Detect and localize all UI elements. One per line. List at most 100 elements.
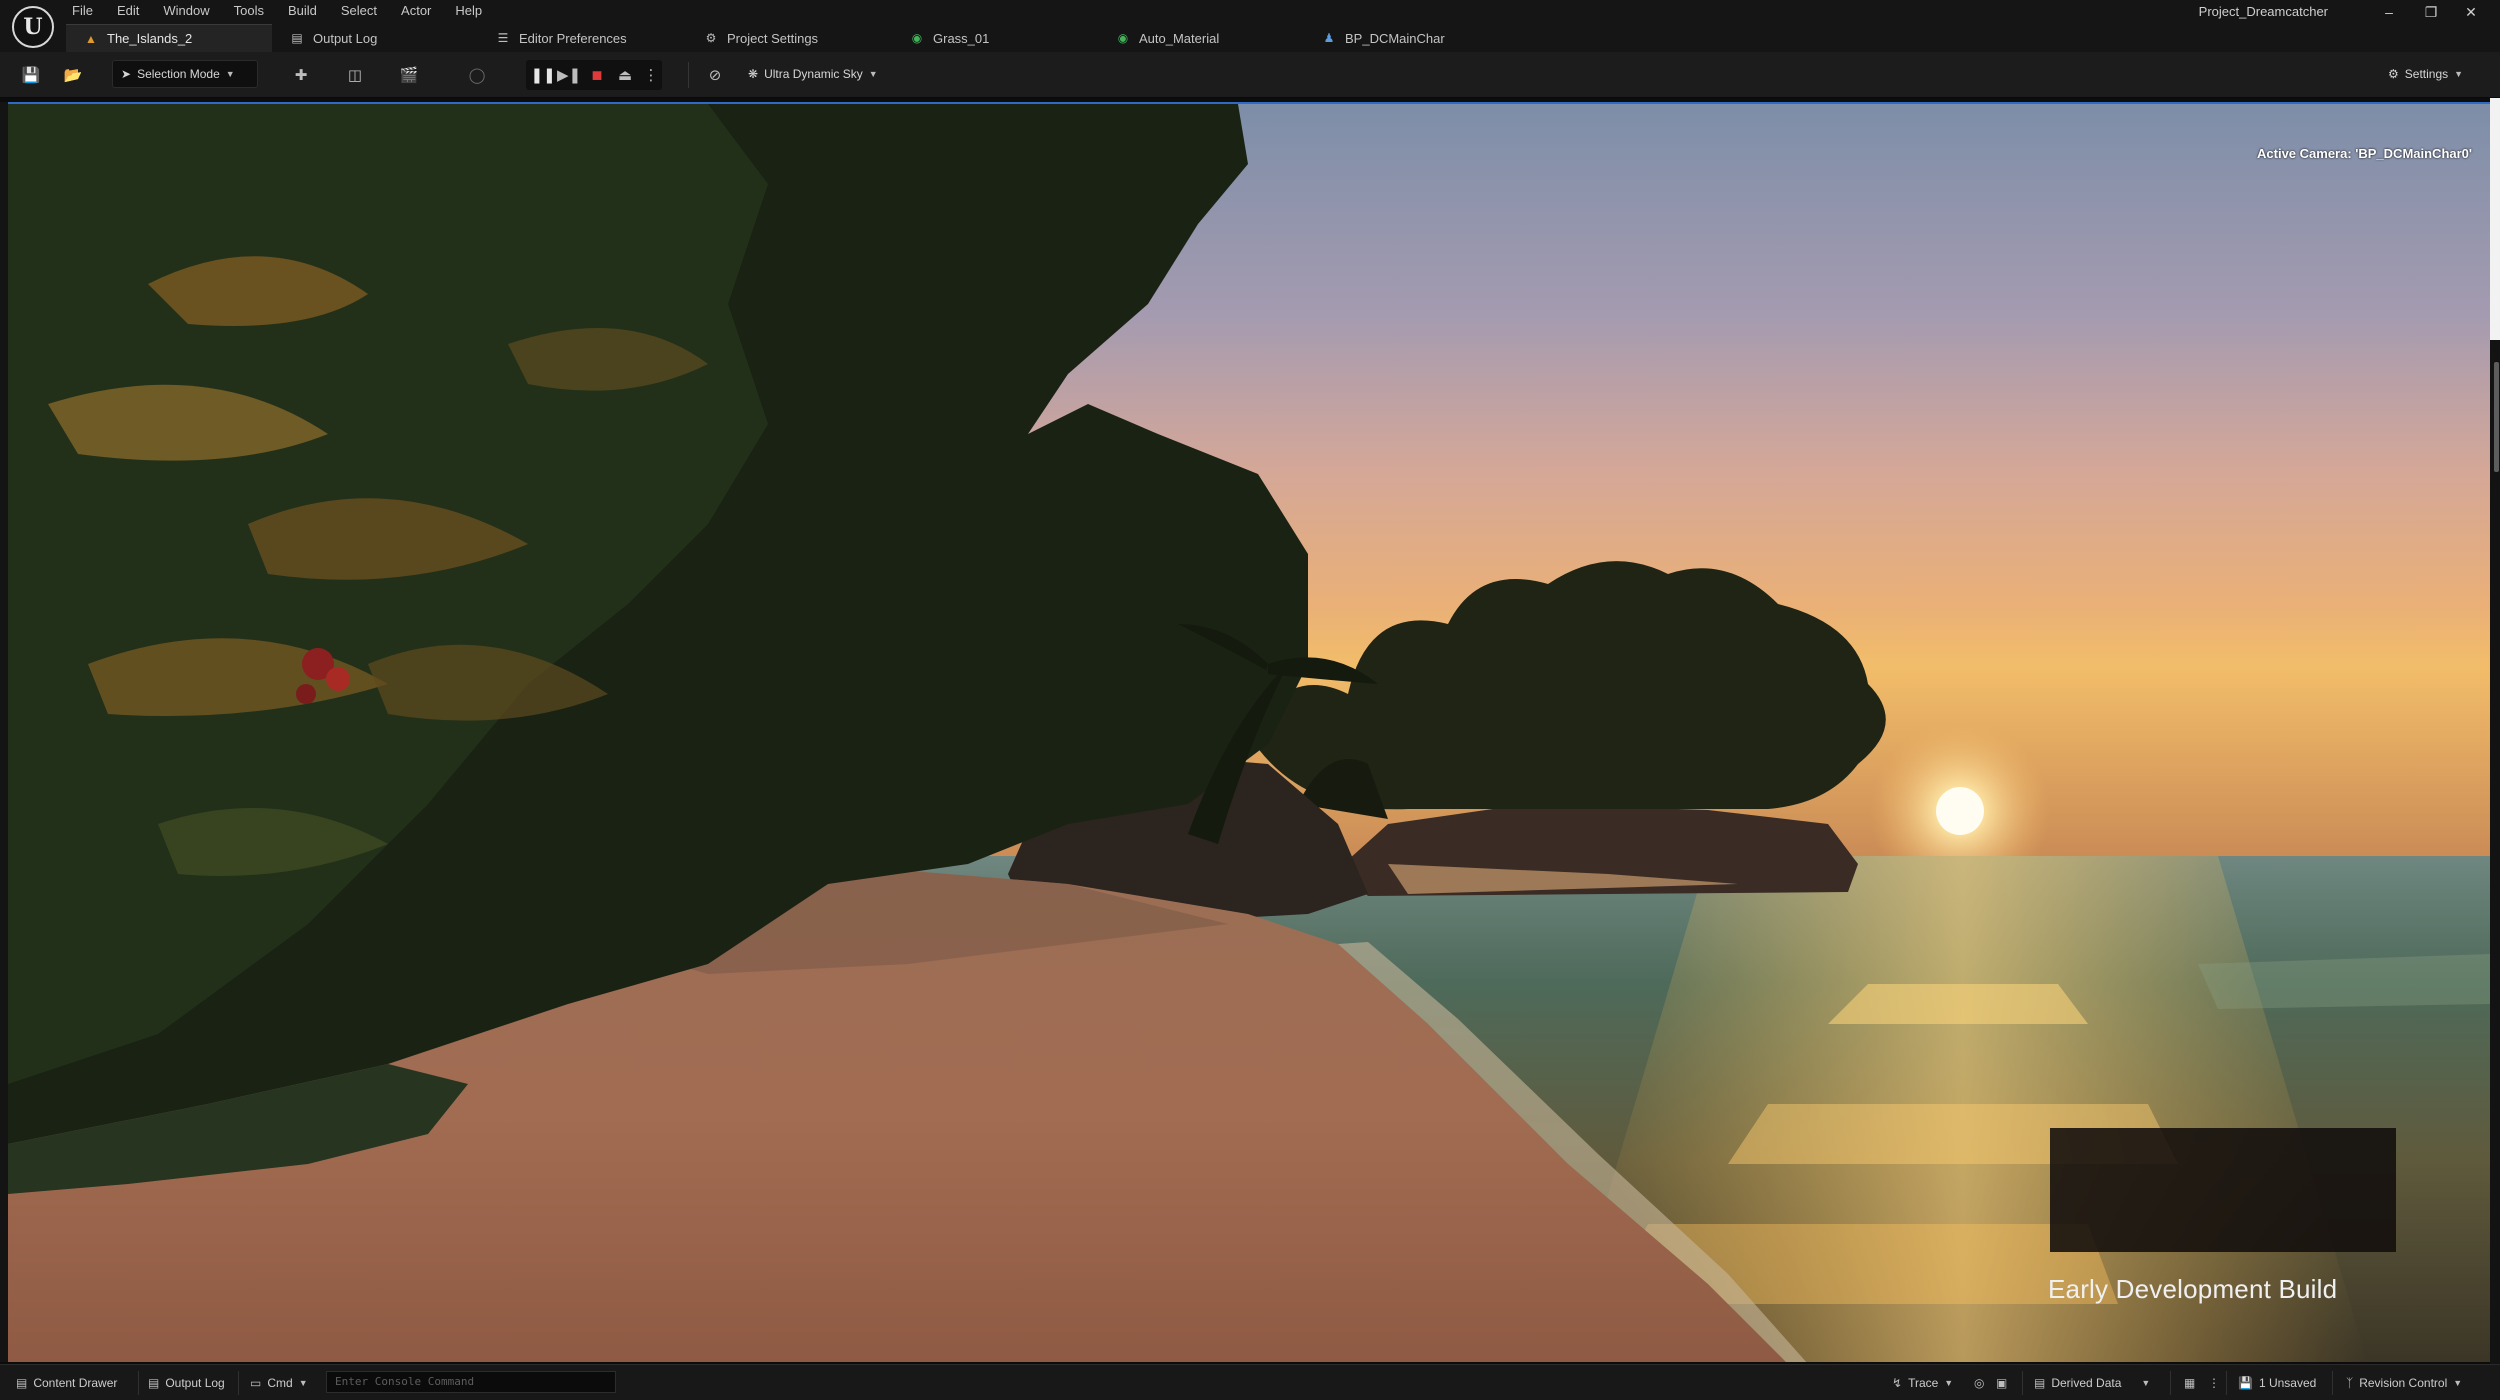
trace-icon: ↯ — [1892, 1376, 1903, 1390]
menu-build[interactable]: Build — [288, 0, 329, 20]
menu-edit[interactable]: Edit — [117, 0, 151, 20]
level-icon: ▲ — [85, 31, 97, 46]
drawer-icon: ▤ — [16, 1376, 28, 1390]
output-log-button[interactable]: ▤ Output Log — [148, 1374, 225, 1392]
unreal-logo-icon[interactable]: U — [12, 6, 54, 48]
settings-icon: ⚙ — [705, 31, 717, 45]
right-panel-edge-dark — [2490, 340, 2500, 1370]
record-icon[interactable]: ◎ — [1974, 1374, 1984, 1392]
build-label: Early Development Build — [2048, 1274, 2338, 1304]
level-viewport[interactable]: Active Camera: 'BP_DCMainChar0' Early De… — [8, 102, 2490, 1362]
stats-icon[interactable]: ▦ — [2184, 1374, 2195, 1392]
derived-data-dropdown[interactable]: ▤ Derived Data ▼ — [2034, 1374, 2150, 1392]
console-input[interactable]: Enter Console Command — [326, 1371, 616, 1393]
tab-bp-dcmainchar[interactable]: ♟ BP_DCMainChar — [1304, 24, 1510, 52]
cmd-label: Cmd — [267, 1376, 293, 1390]
cinematics-icon[interactable]: 🎬 — [398, 64, 420, 86]
skip-frame-icon[interactable]: ▶❚ — [557, 64, 581, 86]
sky-dropdown[interactable]: ❋ Ultra Dynamic Sky ▼ — [740, 60, 886, 88]
menu-select[interactable]: Select — [341, 0, 389, 20]
database-icon: ▤ — [2034, 1376, 2046, 1390]
tab-label: Grass_01 — [933, 30, 990, 46]
tab-the-islands-2[interactable]: ▲ The_Islands_2 — [66, 24, 272, 52]
tab-auto-material[interactable]: ◉ Auto_Material — [1098, 24, 1304, 52]
status-separator — [2022, 1371, 2023, 1395]
chevron-down-icon: ▼ — [2453, 1378, 2463, 1388]
chevron-down-icon: ▼ — [298, 1378, 308, 1388]
settings-label: Settings — [2404, 67, 2449, 81]
tab-label: Auto_Material — [1139, 30, 1220, 46]
menu-help[interactable]: Help — [455, 0, 494, 20]
tab-label: Project Settings — [727, 30, 819, 46]
screenshot-icon[interactable]: ▣ — [1996, 1374, 2007, 1392]
save-icon[interactable]: 💾 — [20, 64, 42, 86]
tab-label: The_Islands_2 — [107, 31, 193, 46]
unsaved-button[interactable]: 💾 1 Unsaved — [2238, 1374, 2316, 1392]
blueprint-menu-icon[interactable]: ◫ — [344, 64, 366, 86]
revision-control-label: Revision Control — [2359, 1376, 2448, 1390]
log-icon: ▤ — [148, 1376, 160, 1390]
close-icon[interactable]: ✕ — [2456, 2, 2486, 22]
scrollbar-thumb[interactable] — [2494, 362, 2499, 472]
tab-label: Editor Preferences — [519, 30, 627, 46]
left-panel-edge — [0, 102, 8, 1362]
terminal-icon: ▭ — [250, 1376, 262, 1390]
stop-icon[interactable]: ■ — [586, 64, 608, 86]
chevron-down-icon: ▼ — [868, 69, 878, 79]
add-actor-icon[interactable]: ✚ — [290, 64, 312, 86]
sky-label: Ultra Dynamic Sky — [764, 67, 863, 81]
tab-project-settings[interactable]: ⚙ Project Settings — [686, 24, 892, 52]
revision-control-dropdown[interactable]: ᛉ Revision Control ▼ — [2346, 1374, 2462, 1392]
material-icon: ◉ — [1117, 31, 1129, 45]
status-separator — [2226, 1371, 2227, 1395]
browse-icon[interactable]: 📂 — [62, 64, 84, 86]
selection-mode-label: Selection Mode — [137, 67, 220, 81]
derived-data-label: Derived Data — [2051, 1376, 2122, 1390]
tab-output-log[interactable]: ▤ Output Log — [272, 24, 478, 52]
trace-dropdown[interactable]: ↯ Trace ▼ — [1892, 1374, 1953, 1392]
menu-file[interactable]: File — [72, 0, 105, 20]
chevron-down-icon: ▼ — [2454, 69, 2464, 79]
gear-icon: ⚙ — [2388, 67, 2399, 81]
platforms-icon[interactable]: ◯ — [466, 64, 488, 86]
more-icon[interactable]: ⋮ — [2208, 1374, 2220, 1392]
material-icon: ◉ — [911, 31, 923, 45]
status-separator — [2332, 1371, 2333, 1395]
branch-icon: ᛉ — [2346, 1376, 2354, 1390]
cmd-dropdown[interactable]: ▭ Cmd ▼ — [250, 1374, 308, 1392]
trace-label: Trace — [1908, 1376, 1939, 1390]
cursor-icon: ➤ — [121, 67, 132, 81]
menu-bar: File Edit Window Tools Build Select Acto… — [72, 0, 506, 20]
title-bar: U File Edit Window Tools Build Select Ac… — [0, 0, 2500, 52]
sliders-icon: ☰ — [497, 31, 509, 45]
active-camera-label: Active Camera: 'BP_DCMainChar0' — [2257, 146, 2472, 161]
tab-label: Output Log — [313, 30, 378, 46]
more-options-icon[interactable]: ⋮ — [640, 64, 662, 86]
document-tabs: ▲ The_Islands_2 ▤ Output Log ☰ Editor Pr… — [66, 24, 1510, 52]
menu-tools[interactable]: Tools — [234, 0, 276, 20]
status-separator — [238, 1371, 239, 1395]
chevron-down-icon: ▼ — [225, 69, 235, 79]
chevron-down-icon: ▼ — [2141, 1378, 2151, 1388]
unsaved-label: 1 Unsaved — [2258, 1376, 2317, 1390]
selection-mode-dropdown[interactable]: ➤ Selection Mode ▼ — [112, 60, 258, 88]
content-drawer-button[interactable]: ▤ Content Drawer — [16, 1374, 117, 1392]
status-separator — [138, 1371, 139, 1395]
pause-icon[interactable]: ❚❚ — [530, 64, 555, 86]
save-icon: 💾 — [2238, 1376, 2253, 1390]
tab-grass-01[interactable]: ◉ Grass_01 — [892, 24, 1098, 52]
settings-dropdown[interactable]: ⚙ Settings ▼ — [2380, 60, 2471, 88]
tab-editor-preferences[interactable]: ☰ Editor Preferences — [478, 24, 686, 52]
log-icon: ▤ — [291, 31, 303, 45]
output-log-label: Output Log — [165, 1376, 225, 1390]
menu-window[interactable]: Window — [163, 0, 221, 20]
menu-actor[interactable]: Actor — [401, 0, 443, 20]
eject-icon[interactable]: ⏏ — [614, 64, 636, 86]
restore-icon[interactable]: ❐ — [2416, 2, 2446, 22]
tab-label: BP_DCMainChar — [1345, 30, 1445, 46]
project-name: Project_Dreamcatcher — [2198, 4, 2328, 19]
sun-icon: ❋ — [748, 67, 759, 81]
possess-icon[interactable]: ⊘ — [704, 64, 726, 86]
minimize-icon[interactable]: – — [2374, 2, 2404, 22]
status-separator — [2170, 1371, 2171, 1395]
